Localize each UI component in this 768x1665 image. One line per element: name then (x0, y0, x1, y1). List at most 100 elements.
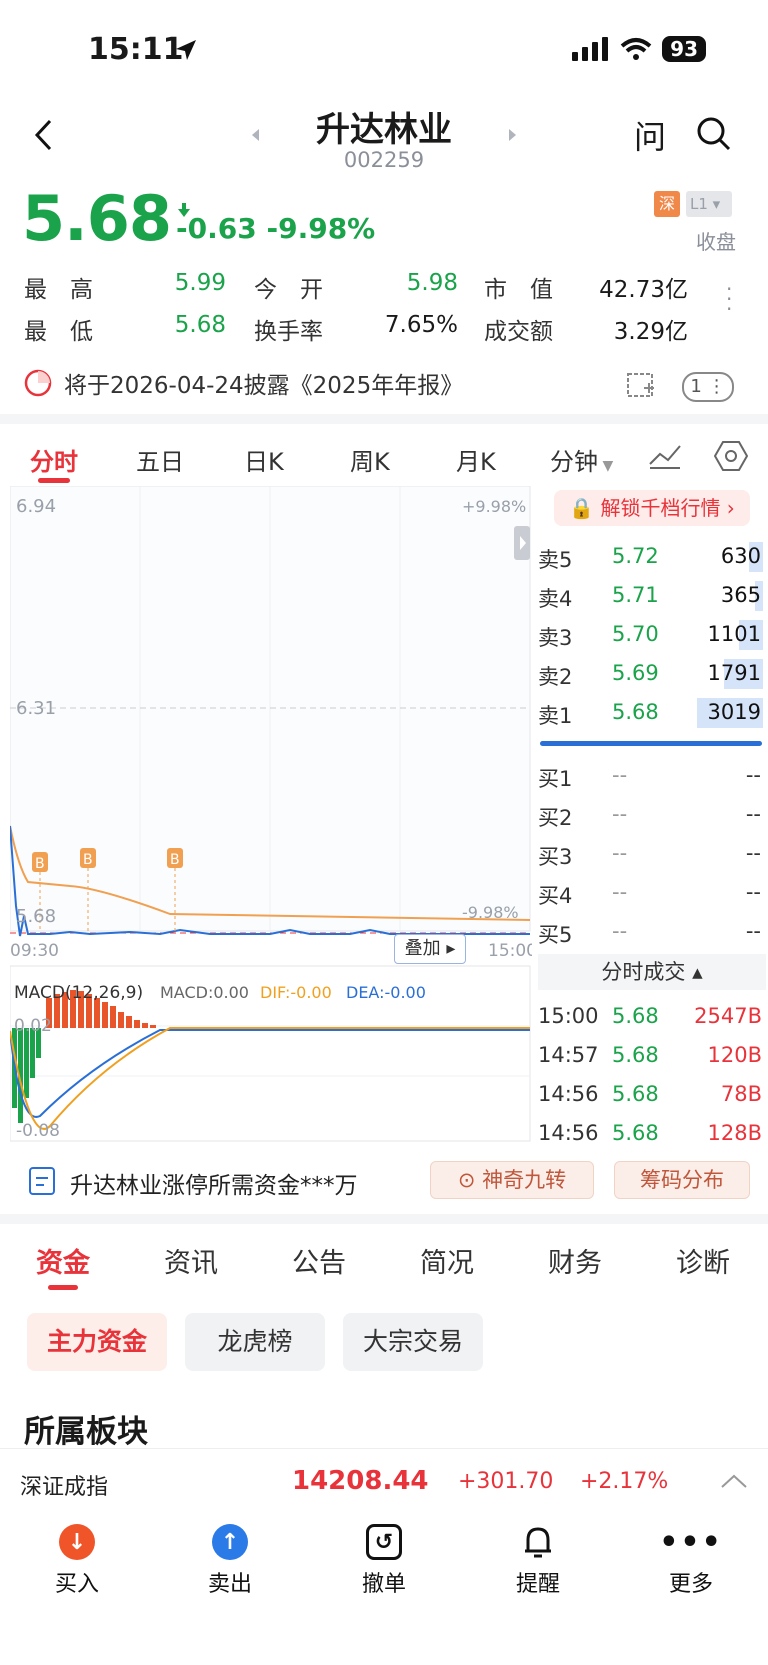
ask-button[interactable]: 问 (634, 112, 666, 158)
bid-price: -- (612, 880, 628, 904)
tab-five-day[interactable]: 五日 (136, 442, 184, 477)
trades-header[interactable]: 分时成交 ▴ (538, 954, 766, 990)
disclosure-row[interactable]: 将于2026-04-24披露《2025年年报》 (22, 366, 463, 400)
tab-diagnosis[interactable]: 诊断 (676, 1241, 730, 1280)
trades-title: 分时成交 (601, 960, 686, 984)
trade-row: 15:00 5.68 2547B (538, 1000, 764, 1038)
intraday-chart[interactable]: B B B 6.94 6.31 5.68 +9.98% -9.98% 09:30… (10, 486, 532, 1142)
level-tag[interactable]: L1 ▾ (686, 191, 732, 217)
chevron-up-icon[interactable] (720, 1473, 748, 1489)
calendar-add-icon[interactable] (626, 370, 656, 400)
price-change: -0.63 -9.98% (176, 212, 375, 245)
nav-buy[interactable]: ↓ 买入 (27, 1510, 127, 1598)
tab-funds[interactable]: 资金 (36, 1241, 90, 1280)
unlock-depth-button[interactable]: 🔒 解锁千档行情 › (554, 490, 750, 526)
bid-label: 买2 (538, 806, 573, 830)
nav-cancel[interactable]: ↺ 撤单 (334, 1510, 434, 1598)
bid-price: -- (612, 841, 628, 865)
index-row[interactable]: 深证成指 14208.44 +301.70 +2.17% (0, 1448, 768, 1519)
bid-row[interactable]: 买3 -- -- (538, 835, 763, 873)
bottom-nav: ↓ 买入 ↑ 卖出 ↺ 撤单 提醒 ••• 更多 (0, 1510, 768, 1665)
disclosure-count-badge[interactable]: 1 ⋮ (682, 372, 734, 402)
ask-volume: 3019 (707, 700, 761, 724)
tab-news[interactable]: 资讯 (164, 1241, 218, 1280)
tab-weekly-k[interactable]: 周K (350, 442, 390, 477)
ask-row[interactable]: 卖2 5.69 1791 (538, 655, 763, 693)
bid-price: -- (612, 802, 628, 826)
settings-hex-icon[interactable] (714, 440, 748, 472)
pill-dragon-tiger[interactable]: 龙虎榜 (185, 1313, 325, 1371)
bid-label: 买4 (538, 884, 573, 908)
level-label: L1 (690, 195, 708, 213)
tab-minute[interactable]: 分钟 ▼ (550, 442, 613, 477)
trade-time: 14:57 (538, 1043, 599, 1067)
location-arrow-icon (176, 40, 196, 60)
indicator-icon[interactable] (648, 442, 682, 470)
index-change: +301.70 (458, 1469, 554, 1494)
magic-nine-button[interactable]: ⊙ 神奇九转 (430, 1161, 594, 1199)
bid-price: -- (612, 763, 628, 787)
document-icon (29, 1167, 55, 1195)
ask-row[interactable]: 卖1 5.68 3019 (538, 694, 763, 732)
ask-row[interactable]: 卖5 5.72 630 (538, 538, 763, 576)
ask-volume: 365 (720, 583, 761, 607)
trade-volume: 78B (720, 1082, 762, 1106)
nav-more-label: 更多 (668, 1572, 713, 1597)
cancel-order-icon: ↺ (366, 1524, 402, 1560)
tab-announcements[interactable]: 公告 (292, 1241, 346, 1280)
battery-indicator: 93 (662, 36, 706, 62)
change-value: -0.63 (176, 212, 257, 245)
bid-label: 买3 (538, 845, 573, 869)
nav-alert[interactable]: 提醒 (488, 1510, 588, 1598)
more-icon: ••• (659, 1524, 723, 1560)
tab-daily-k[interactable]: 日K (244, 442, 284, 477)
ask-label: 卖2 (538, 665, 573, 689)
nav-alert-label: 提醒 (515, 1572, 560, 1597)
nav-sell[interactable]: ↑ 卖出 (180, 1510, 280, 1598)
open-value: 5.98 (406, 270, 458, 296)
tab-monthly-k[interactable]: 月K (456, 442, 496, 477)
bid-volume: -- (745, 763, 761, 787)
bid-volume: -- (745, 880, 761, 904)
bid-row[interactable]: 买4 -- -- (538, 874, 763, 912)
tab-intraday[interactable]: 分时 (30, 442, 78, 477)
bid-row[interactable]: 买2 -- -- (538, 796, 763, 834)
market-status: 收盘 (696, 230, 736, 254)
trade-row: 14:56 5.68 128B (538, 1117, 764, 1155)
low-value: 5.68 (174, 312, 226, 338)
bid-volume: -- (745, 841, 761, 865)
y-axis-bottom: 5.68 (16, 906, 56, 927)
exchange-tag: 深 (654, 191, 680, 217)
index-name: 深证成指 (20, 1475, 109, 1500)
ask-row[interactable]: 卖3 5.70 1101 (538, 616, 763, 654)
index-value: 14208.44 (292, 1466, 429, 1496)
pill-block-trade[interactable]: 大宗交易 (343, 1313, 483, 1371)
change-percent: -9.98% (266, 212, 376, 245)
bid-row[interactable]: 买1 -- -- (538, 757, 763, 795)
nav-more[interactable]: ••• 更多 (641, 1510, 741, 1598)
trade-volume: 128B (707, 1121, 763, 1145)
more-dots-icon[interactable]: · · · (726, 279, 732, 319)
ask-price: 5.72 (612, 544, 659, 568)
trade-volume: 2547B (694, 1004, 762, 1028)
chip-distribution-button[interactable]: 筹码分布 (614, 1161, 750, 1199)
nav-sell-label: 卖出 (207, 1572, 252, 1597)
tab-financials[interactable]: 财务 (548, 1241, 602, 1280)
search-icon[interactable] (696, 116, 732, 152)
ask-label: 卖3 (538, 626, 573, 650)
index-percent: +2.17% (580, 1469, 669, 1494)
status-time: 15:11 (88, 32, 184, 67)
section-divider (0, 414, 768, 424)
overlay-button[interactable]: 叠加 ▸ (394, 934, 466, 964)
ask-price: 5.71 (612, 583, 659, 607)
pill-main-funds[interactable]: 主力资金 (27, 1313, 167, 1371)
dif-value: DIF:-0.00 (260, 983, 332, 1002)
limit-up-funds-text[interactable]: 升达林业涨停所需资金***万 (70, 1166, 358, 1200)
signal-icon (572, 37, 609, 61)
tab-profile[interactable]: 简况 (420, 1241, 474, 1280)
bid-label: 买5 (538, 923, 573, 947)
bid-row[interactable]: 买5 -- -- (538, 913, 763, 951)
mcap-value: 42.73亿 (599, 277, 688, 303)
ask-row[interactable]: 卖4 5.71 365 (538, 577, 763, 615)
trade-price: 5.68 (612, 1121, 659, 1145)
